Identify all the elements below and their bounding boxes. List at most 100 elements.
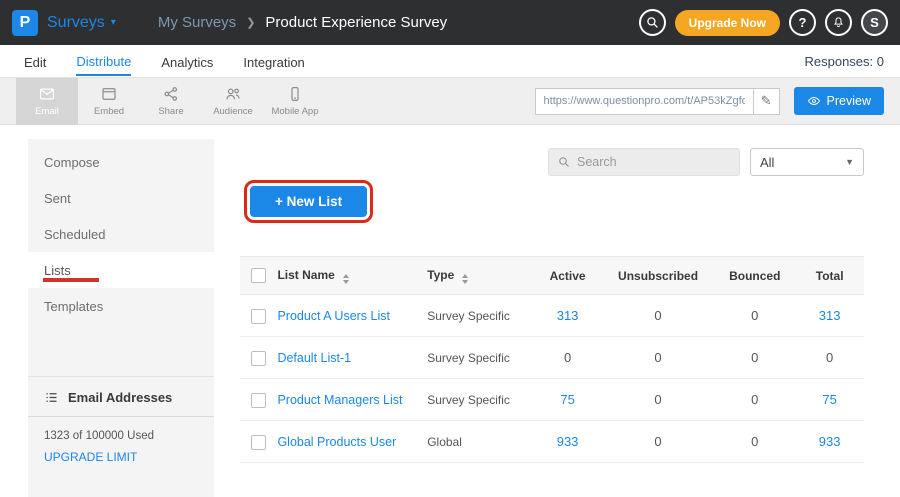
header-type[interactable]: Type: [427, 257, 533, 295]
preview-button[interactable]: Preview: [794, 87, 884, 115]
list-type: Global: [427, 421, 533, 463]
list-name-link[interactable]: Global Products User: [277, 435, 396, 449]
sidebar-item-templates[interactable]: Templates: [28, 288, 214, 324]
sidebar-item-compose[interactable]: Compose: [28, 144, 214, 180]
list-type: Survey Specific: [427, 295, 533, 337]
surveys-product-menu[interactable]: Surveys ▾: [47, 14, 116, 32]
sidebar-item-lists[interactable]: Lists: [28, 252, 214, 288]
search-box: [548, 148, 740, 176]
channel-email[interactable]: Email: [16, 78, 78, 125]
channel-embed[interactable]: Embed: [78, 78, 140, 125]
responses-count[interactable]: Responses: 0: [805, 54, 885, 69]
filter-dropdown[interactable]: All ▼: [750, 148, 864, 176]
search-input[interactable]: [577, 155, 730, 169]
total-count[interactable]: 75: [795, 379, 864, 421]
filter-row: All ▼: [240, 148, 864, 176]
channel-audience[interactable]: Audience: [202, 78, 264, 125]
product-name: Surveys: [47, 14, 105, 32]
row-checkbox[interactable]: [251, 351, 266, 366]
breadcrumb-my-surveys[interactable]: My Surveys: [158, 14, 236, 31]
upgrade-limit-link[interactable]: UPGRADE LIMIT: [28, 442, 153, 464]
search-button[interactable]: [639, 9, 666, 36]
annotation-underline: [43, 278, 99, 282]
breadcrumb: My Surveys ❯ Product Experience Survey: [158, 14, 447, 31]
share-icon: [162, 85, 180, 103]
channel-share[interactable]: Share: [140, 78, 202, 125]
tab-analytics[interactable]: Analytics: [161, 48, 213, 75]
list-name-link[interactable]: Product Managers List: [277, 393, 402, 407]
table-header-row: List Name Type Active Unsubscribed Bounc…: [240, 257, 864, 295]
survey-tabs: Edit Distribute Analytics Integration Re…: [0, 45, 900, 78]
breadcrumb-current-survey: Product Experience Survey: [265, 14, 447, 31]
filter-selected-value: All: [760, 155, 774, 170]
unsubscribed-count: 0: [602, 295, 714, 337]
row-checkbox[interactable]: [251, 435, 266, 450]
logo-letter: P: [20, 14, 31, 32]
help-button[interactable]: ?: [789, 9, 816, 36]
breadcrumb-separator-icon: ❯: [246, 16, 255, 29]
sort-icon[interactable]: [343, 274, 349, 284]
channel-mobile-app[interactable]: Mobile App: [264, 78, 326, 125]
header-unsubscribed: Unsubscribed: [602, 257, 714, 295]
list-type: Survey Specific: [427, 379, 533, 421]
email-addresses-header: Email Addresses: [28, 377, 214, 417]
eye-icon: [807, 94, 821, 108]
audience-icon: [224, 85, 242, 103]
usage-text: 1323 of 100000 Used: [28, 417, 214, 442]
mobile-app-icon: [286, 85, 304, 103]
list-type: Survey Specific: [427, 337, 533, 379]
unsubscribed-count: 0: [602, 337, 714, 379]
header-bounced: Bounced: [714, 257, 795, 295]
question-mark-icon: ?: [799, 15, 807, 30]
active-count[interactable]: 933: [533, 421, 602, 463]
search-icon: [646, 16, 659, 29]
email-icon: [38, 85, 56, 103]
list-name-link[interactable]: Product A Users List: [277, 309, 390, 323]
active-count[interactable]: 75: [533, 379, 602, 421]
unsubscribed-count: 0: [602, 379, 714, 421]
topbar-actions: Upgrade Now ? S: [639, 9, 888, 36]
survey-url-input[interactable]: [535, 88, 753, 115]
chevron-down-icon: ▾: [111, 17, 116, 28]
row-checkbox[interactable]: [251, 309, 266, 324]
notifications-button[interactable]: [825, 9, 852, 36]
row-checkbox[interactable]: [251, 393, 266, 408]
search-icon: [558, 156, 570, 168]
header-total: Total: [795, 257, 864, 295]
embed-icon: [100, 85, 118, 103]
new-list-button[interactable]: + New List: [250, 186, 367, 217]
tab-distribute[interactable]: Distribute: [76, 47, 131, 76]
total-count[interactable]: 313: [795, 295, 864, 337]
active-count[interactable]: 313: [533, 295, 602, 337]
total-count[interactable]: 0: [795, 337, 864, 379]
edit-url-button[interactable]: ✎: [753, 88, 780, 115]
topbar: P Surveys ▾ My Surveys ❯ Product Experie…: [0, 0, 900, 45]
table-row: Default List-1 Survey Specific 0 0 0 0: [240, 337, 864, 379]
sort-icon[interactable]: [462, 274, 468, 284]
active-count[interactable]: 0: [533, 337, 602, 379]
avatar[interactable]: S: [861, 9, 888, 36]
header-active: Active: [533, 257, 602, 295]
bounced-count: 0: [714, 379, 795, 421]
select-all-checkbox[interactable]: [251, 268, 266, 283]
lists-panel: All ▼ + New List List Name: [240, 139, 864, 497]
sidebar-item-scheduled[interactable]: Scheduled: [28, 216, 214, 252]
content-area: Compose Sent Scheduled Lists Templates E…: [0, 125, 900, 497]
tab-integration[interactable]: Integration: [243, 48, 304, 75]
questionpro-logo[interactable]: P: [12, 10, 38, 36]
list-name-link[interactable]: Default List-1: [277, 351, 351, 365]
distribute-toolbar: Email Embed Share Audience Mobile App ✎ …: [0, 78, 900, 125]
upgrade-now-button[interactable]: Upgrade Now: [675, 10, 780, 36]
bounced-count: 0: [714, 295, 795, 337]
avatar-letter: S: [870, 15, 879, 30]
bounced-count: 0: [714, 337, 795, 379]
table-row: Global Products User Global 933 0 0 933: [240, 421, 864, 463]
bell-icon: [832, 16, 845, 29]
sidebar-item-sent[interactable]: Sent: [28, 180, 214, 216]
total-count[interactable]: 933: [795, 421, 864, 463]
table-row: Product Managers List Survey Specific 75…: [240, 379, 864, 421]
tab-edit[interactable]: Edit: [24, 48, 46, 75]
email-sidebar: Compose Sent Scheduled Lists Templates E…: [28, 139, 214, 497]
chevron-down-icon: ▼: [845, 157, 854, 167]
header-list-name[interactable]: List Name: [277, 257, 427, 295]
